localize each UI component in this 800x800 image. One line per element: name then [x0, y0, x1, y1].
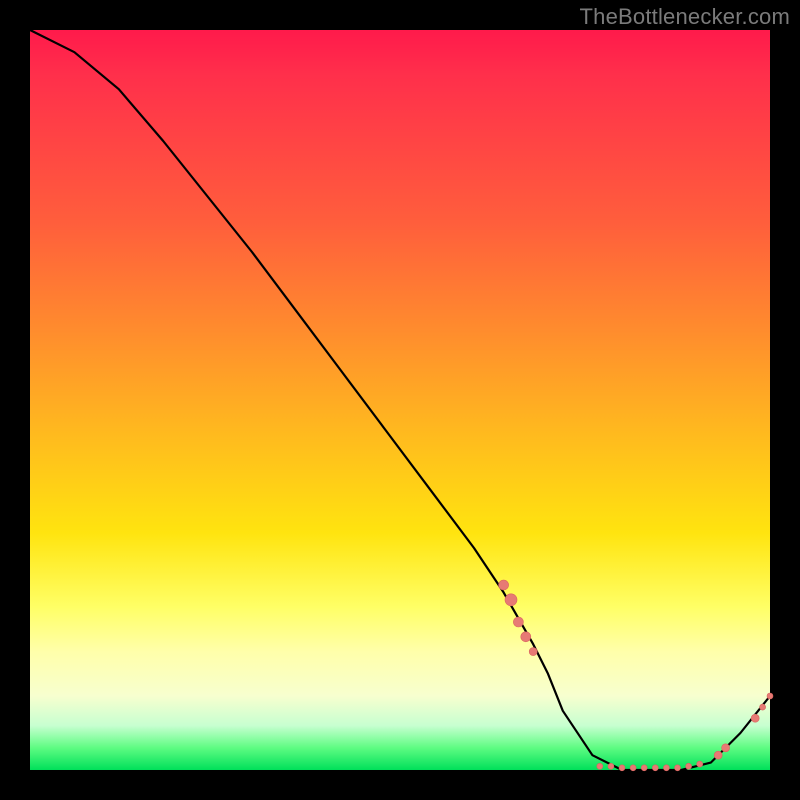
- data-marker: [641, 765, 647, 771]
- data-marker: [663, 765, 669, 771]
- curve-layer: [30, 30, 770, 770]
- data-marker: [608, 763, 614, 769]
- data-marker: [597, 763, 603, 769]
- data-marker: [751, 714, 759, 722]
- attribution-label: TheBottlenecker.com: [580, 4, 790, 30]
- data-marker: [675, 765, 681, 771]
- data-marker: [722, 744, 730, 752]
- data-marker: [697, 761, 703, 767]
- data-marker: [529, 648, 537, 656]
- data-marker: [760, 704, 766, 710]
- data-marker: [521, 632, 531, 642]
- data-marker: [767, 693, 773, 699]
- data-marker: [630, 765, 636, 771]
- data-marker: [513, 617, 523, 627]
- data-marker: [619, 765, 625, 771]
- data-marker: [714, 751, 722, 759]
- plot-area: [30, 30, 770, 770]
- data-marker: [505, 594, 517, 606]
- data-marker: [652, 765, 658, 771]
- bottleneck-curve: [30, 30, 770, 770]
- data-marker: [686, 763, 692, 769]
- chart-stage: TheBottlenecker.com: [0, 0, 800, 800]
- data-marker: [499, 580, 509, 590]
